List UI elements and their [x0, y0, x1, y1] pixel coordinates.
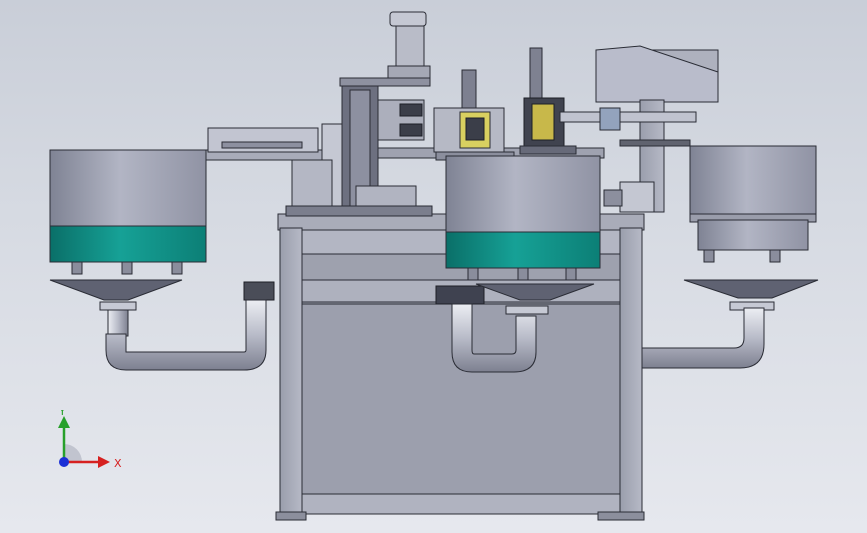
vertical-cylinder-assembly	[285, 11, 433, 217]
right-top-rail	[619, 139, 691, 147]
x-axis-arrow-icon	[98, 456, 110, 468]
right-vibratory-bowl	[683, 145, 819, 311]
z-axis-dot-icon	[59, 457, 69, 467]
orientation-triad[interactable]: Y X	[44, 410, 124, 480]
y-axis-label: Y	[58, 410, 66, 418]
center-bracket	[435, 285, 485, 305]
left-bracket	[243, 281, 275, 301]
machine-model[interactable]	[0, 0, 867, 533]
center-mechanism	[433, 47, 577, 161]
left-vibratory-bowl	[49, 149, 207, 337]
x-axis-label: X	[114, 457, 122, 470]
right-pipe	[641, 307, 765, 369]
cad-viewport[interactable]: Y X	[0, 0, 867, 533]
